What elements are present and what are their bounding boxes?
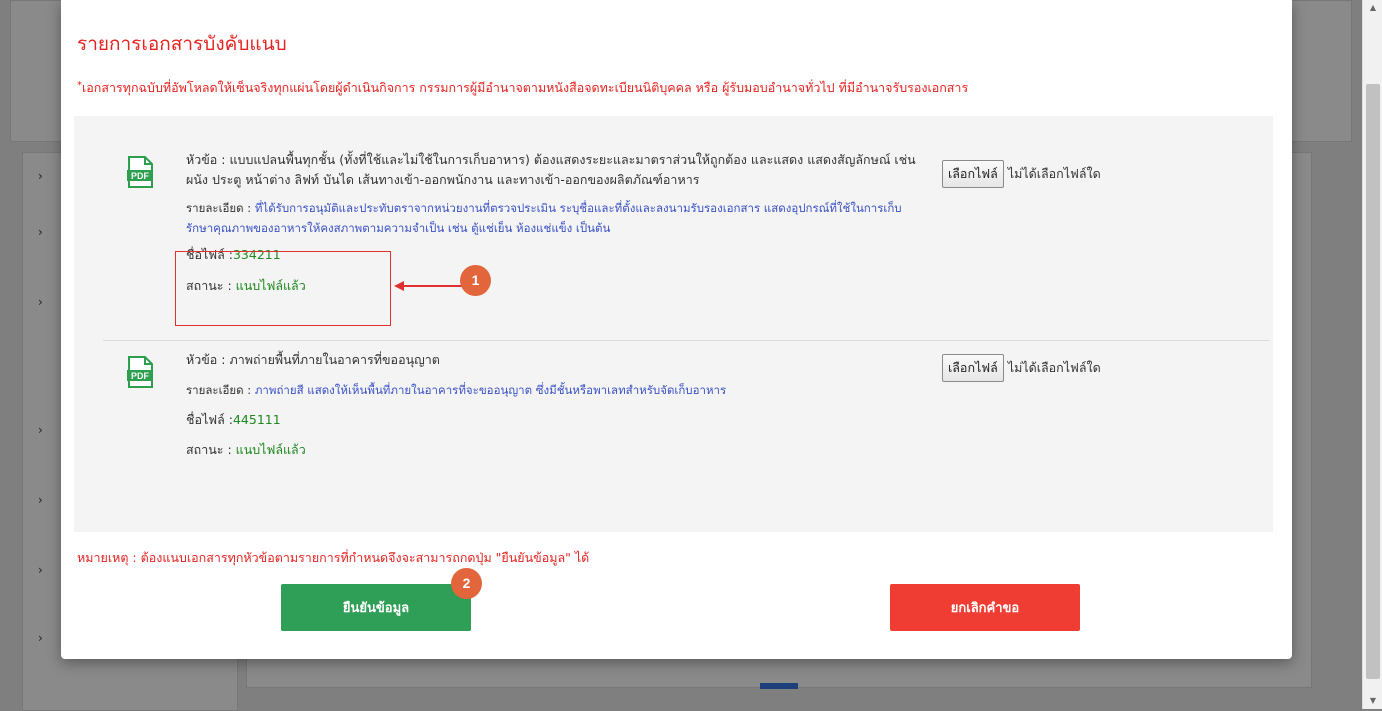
- file-label: ชื่อไฟล์ :: [186, 412, 233, 427]
- modal-notice: *เอกสารทุกฉบับที่อัพโหลดให้เซ็นจริงทุกแผ…: [77, 78, 968, 98]
- no-file-chosen-text: ไม่ได้เลือกไฟล์ใด: [1007, 166, 1101, 181]
- topic-text: ภาพถ่ายพื้นที่ภายในอาคารที่ขออนุญาต: [229, 352, 440, 367]
- choose-file-button[interactable]: เลือกไฟล์: [942, 354, 1004, 382]
- status-label: สถานะ :: [186, 442, 236, 457]
- document-detail: รายละเอียด : ภาพถ่ายสี แสดงให้เห็นพื้นที…: [186, 380, 926, 400]
- notice-asterisk: *: [77, 80, 82, 91]
- document-body: หัวข้อ : ภาพถ่ายพื้นที่ภายในอาคารที่ขออน…: [186, 350, 926, 460]
- topic-text: แบบแปลนพื้นทุกชั้น (ทั้งที่ใช้และไม่ใช้ใ…: [186, 152, 916, 187]
- background-sidebar-chevron: ›: [38, 493, 43, 507]
- background-pagination-active: [760, 683, 798, 689]
- page-scrollbar[interactable]: ▲ ▼: [1362, 0, 1382, 709]
- scroll-thumb[interactable]: [1366, 84, 1380, 679]
- background-sidebar-chevron: ›: [38, 563, 43, 577]
- pdf-icon: PDF: [127, 156, 153, 188]
- background-sidebar-chevron: ›: [38, 169, 43, 183]
- document-topic: หัวข้อ : ภาพถ่ายพื้นที่ภายในอาคารที่ขออน…: [186, 350, 926, 370]
- topic-label: หัวข้อ :: [186, 152, 230, 167]
- svg-text:PDF: PDF: [131, 371, 150, 381]
- document-detail: รายละเอียด : ที่ได้รับการอนุมัติและประทั…: [186, 198, 926, 238]
- detail-text: ภาพถ่ายสี แสดงให้เห็นพื้นที่ภายในอาคารที…: [254, 383, 727, 397]
- step-badge-2: 2: [451, 568, 482, 599]
- footnote: หมายเหตุ : ต้องแนบเอกสารทุกหัวข้อตามรายก…: [77, 550, 590, 565]
- file-input[interactable]: เลือกไฟล์ ไม่ได้เลือกไฟล์ใด: [942, 160, 1101, 188]
- file-input[interactable]: เลือกไฟล์ ไม่ได้เลือกไฟล์ใด: [942, 354, 1101, 382]
- pdf-icon: PDF: [127, 356, 153, 388]
- document-divider: [103, 340, 1270, 341]
- background-sidebar-chevron: ›: [38, 423, 43, 437]
- confirm-button[interactable]: ยืนยันข้อมูล: [281, 584, 471, 631]
- document-topic: หัวข้อ : แบบแปลนพื้นทุกชั้น (ทั้งที่ใช้แ…: [186, 150, 926, 190]
- status-value: แนบไฟล์แล้ว: [235, 442, 306, 457]
- background-sidebar-chevron: ›: [38, 295, 43, 309]
- detail-label: รายละเอียด :: [186, 383, 255, 397]
- notice-text: เอกสารทุกฉบับที่อัพโหลดให้เซ็นจริงทุกแผ่…: [82, 80, 969, 95]
- document-status: สถานะ : แนบไฟล์แล้ว: [186, 440, 926, 460]
- detail-text: ที่ได้รับการอนุมัติและประทับตราจากหน่วยง…: [186, 201, 902, 235]
- step-badge-1: 1: [460, 265, 491, 296]
- arrow-left-icon: [394, 281, 462, 291]
- choose-file-button[interactable]: เลือกไฟล์: [942, 160, 1004, 188]
- scroll-down-arrow-icon[interactable]: ▼: [1363, 693, 1382, 709]
- document-file-name: ชื่อไฟล์ :445111: [186, 410, 926, 430]
- file-name-value: 445111: [232, 412, 281, 427]
- cancel-request-button[interactable]: ยกเลิกคำขอ: [890, 584, 1080, 631]
- highlight-box: [175, 251, 391, 326]
- topic-label: หัวข้อ :: [186, 352, 230, 367]
- svg-text:PDF: PDF: [131, 171, 150, 181]
- no-file-chosen-text: ไม่ได้เลือกไฟล์ใด: [1007, 360, 1101, 375]
- scroll-up-arrow-icon[interactable]: ▲: [1363, 0, 1382, 16]
- required-documents-modal: รายการเอกสารบังคับแนบ *เอกสารทุกฉบับที่อ…: [61, 0, 1292, 659]
- background-sidebar-chevron: ›: [38, 631, 43, 645]
- modal-title: รายการเอกสารบังคับแนบ: [77, 33, 287, 55]
- background-sidebar-chevron: ›: [38, 225, 43, 239]
- detail-label: รายละเอียด :: [186, 201, 255, 215]
